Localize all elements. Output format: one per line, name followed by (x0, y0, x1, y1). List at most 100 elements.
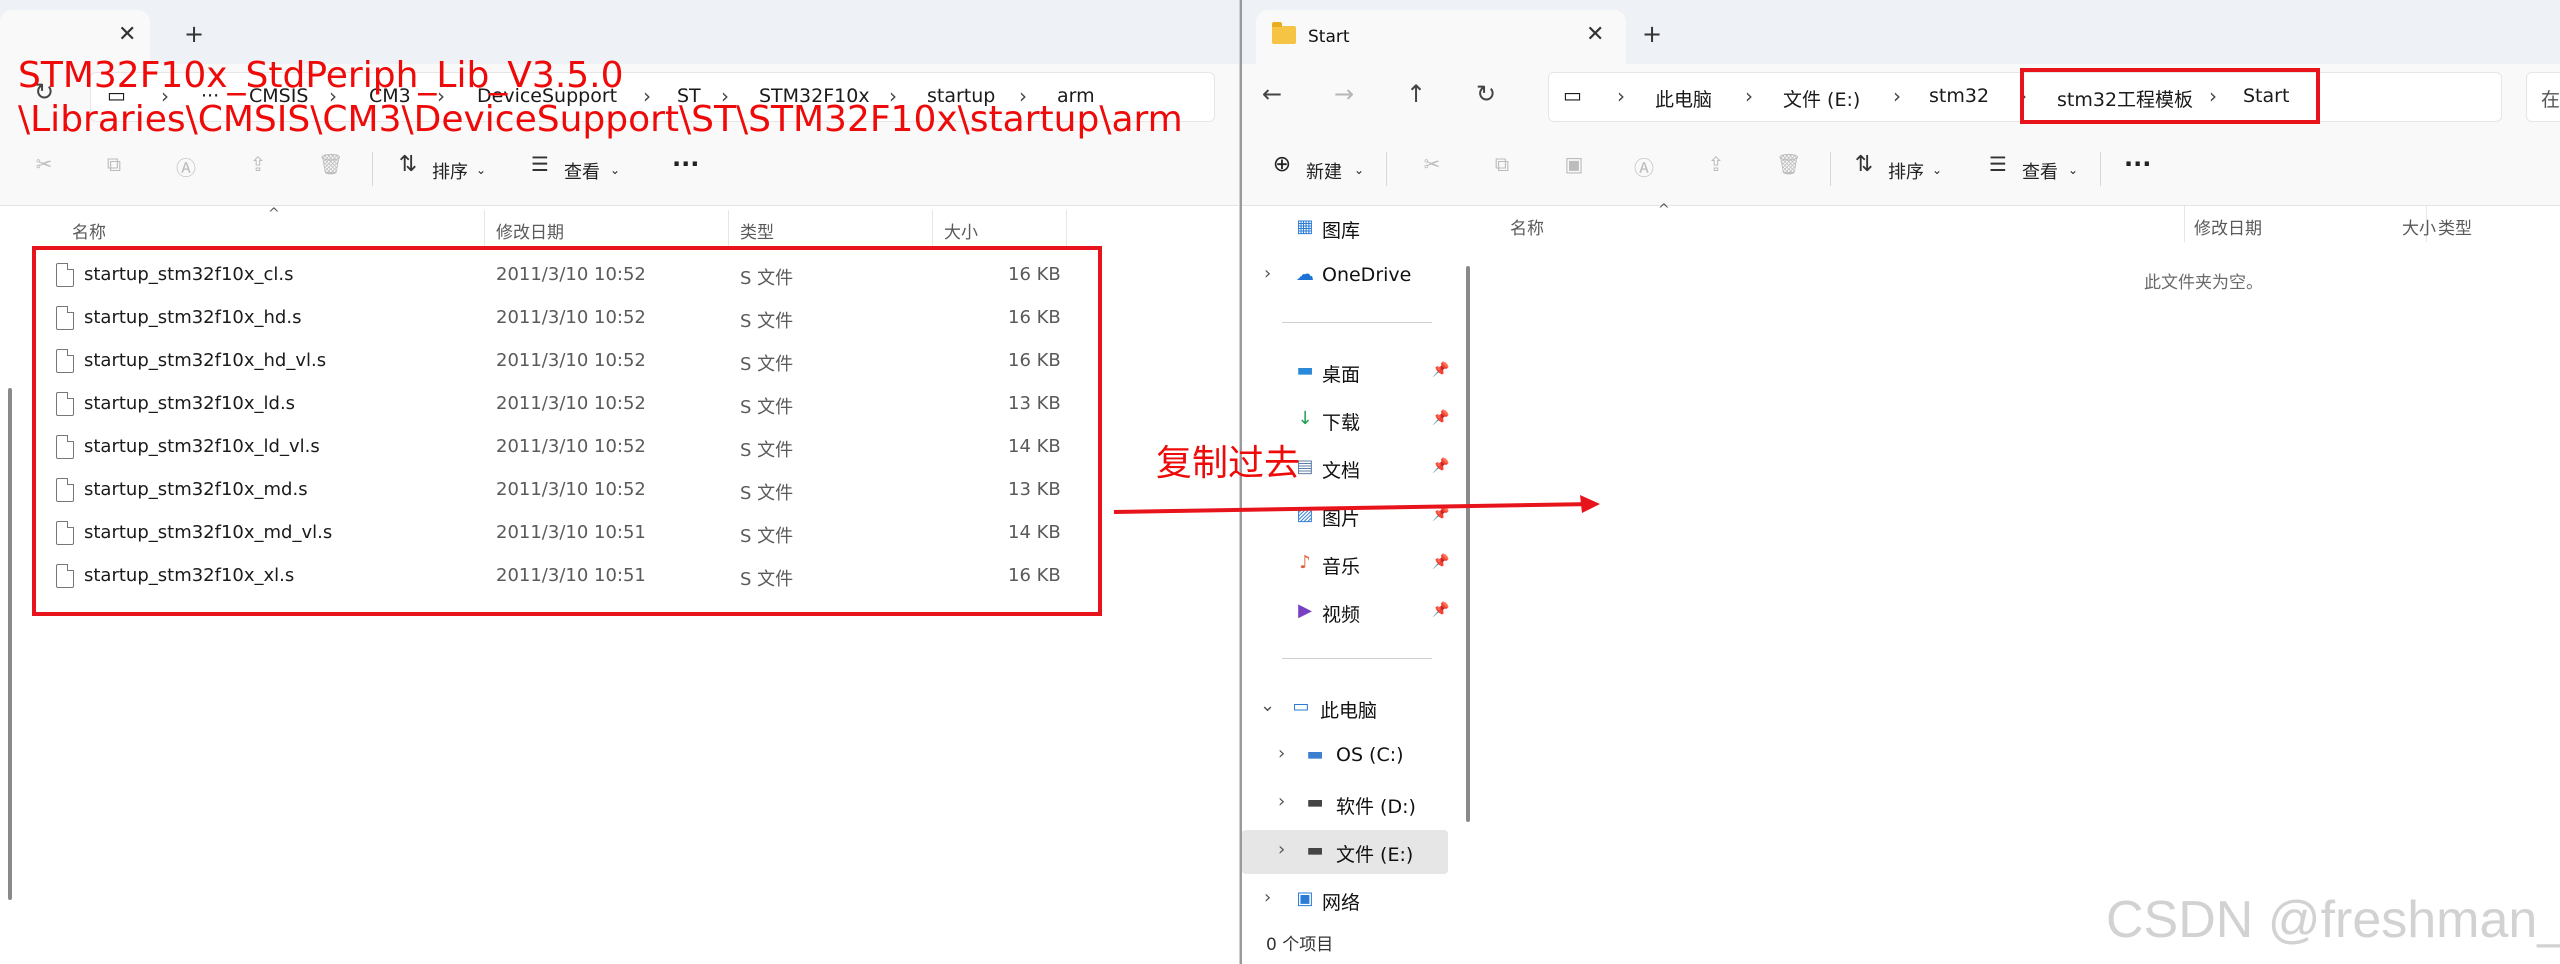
drive-icon: ▬ (1306, 840, 1324, 861)
paste-icon[interactable]: ▣ (1562, 152, 1586, 176)
chevron-right-icon: › (1893, 84, 1901, 108)
nav-label: 文档 (1322, 460, 1361, 482)
annotation-path-line1: STM32F10x_StdPeriph_Lib_V3.5.0 (18, 55, 624, 96)
highlight-box-destination (2020, 68, 2320, 124)
view-button[interactable]: 查看 (2022, 158, 2058, 184)
nav-label: 软件 (D:) (1336, 796, 1416, 818)
cut-icon[interactable]: ✂ (32, 152, 56, 176)
back-arrow-icon[interactable]: ← (1262, 80, 1282, 108)
rename-icon[interactable]: Ⓐ (174, 152, 198, 180)
toolbar-divider (2100, 152, 2101, 186)
chevron-right-icon[interactable]: › (1278, 839, 1285, 860)
highlight-box-files (32, 246, 1102, 616)
column-divider[interactable] (1066, 210, 1067, 246)
column-divider[interactable] (728, 210, 729, 246)
delete-icon[interactable]: 🗑 (318, 152, 343, 176)
watermark: CSDN @freshman_y (2106, 891, 2560, 949)
column-divider[interactable] (484, 210, 485, 246)
nav-item-drive-e[interactable]: › ▬ 文件 (E:) (1242, 830, 1448, 874)
copy-icon[interactable]: ⧉ (1490, 152, 1514, 176)
chevron-right-icon[interactable]: › (1264, 263, 1271, 284)
chevron-down-icon[interactable]: ⌄ (1260, 695, 1275, 716)
breadcrumb-stm32[interactable]: stm32 (1929, 85, 1989, 107)
toolbar-divider (372, 152, 373, 186)
column-header-size[interactable]: 大小 (2402, 214, 2436, 239)
sort-button[interactable]: 排序 (1888, 158, 1924, 184)
nav-item-network[interactable]: › ▣ 网络 (1242, 878, 1452, 922)
column-divider[interactable] (2184, 206, 2185, 242)
view-icon[interactable]: ☰ (528, 152, 552, 176)
delete-icon[interactable]: 🗑 (1776, 152, 1801, 176)
new-tab-icon[interactable]: + (184, 20, 204, 48)
empty-folder-message: 此文件夹为空。 (2144, 273, 2263, 293)
computer-icon: ▭ (1563, 83, 1582, 107)
nav-item-videos[interactable]: ▶ 视频 📌 (1242, 590, 1452, 634)
chevron-right-icon[interactable]: › (1278, 743, 1285, 764)
computer-icon: ▭ (1292, 696, 1310, 717)
nav-label: 图库 (1322, 220, 1361, 242)
column-header-name[interactable]: 名称 (1510, 214, 1544, 250)
rename-icon[interactable]: Ⓐ (1632, 152, 1656, 180)
share-icon[interactable]: ⇪ (246, 152, 270, 176)
copy-arrow (1113, 495, 1600, 514)
breadcrumb-this-pc[interactable]: 此电脑 (1655, 85, 1712, 112)
annotation-path-line2: \Libraries\CMSIS\CM3\DeviceSupport\ST\ST… (18, 99, 1183, 140)
refresh-icon[interactable]: ↻ (1476, 80, 1496, 108)
sort-icon[interactable]: ⇅ (1852, 152, 1876, 177)
view-button[interactable]: 查看 (564, 158, 600, 184)
pin-icon[interactable]: 📌 (1432, 362, 1449, 378)
nav-scrollbar[interactable] (1466, 266, 1470, 822)
column-header-modified[interactable]: 修改日期 (2194, 214, 2262, 250)
folder-icon (1272, 22, 1296, 44)
pin-icon[interactable]: 📌 (1432, 410, 1449, 426)
tab-start[interactable]: Start ✕ (1256, 10, 1626, 64)
breadcrumb-drive-e[interactable]: 文件 (E:) (1783, 85, 1860, 112)
search-box[interactable]: 在 (2526, 72, 2560, 122)
forward-arrow-icon[interactable]: → (1334, 80, 1354, 108)
more-options-button[interactable]: ··· (2124, 150, 2151, 178)
new-button[interactable]: 新建 (1306, 158, 1342, 184)
view-icon[interactable]: ☰ (1986, 152, 2010, 176)
vertical-scrollbar[interactable] (8, 388, 12, 900)
sort-icon[interactable]: ⇅ (396, 152, 420, 177)
new-tab-icon[interactable]: + (1642, 20, 1662, 48)
chevron-right-icon[interactable]: › (1264, 887, 1271, 908)
nav-item-this-pc[interactable]: ⌄ ▭ 此电脑 (1242, 686, 1452, 730)
right-command-bar: ⊕ 新建 ⌄ ✂ ⧉ ▣ Ⓐ ⇪ 🗑 ⇅ 排序 ⌄ ☰ 查看 ⌄ ··· (1242, 130, 2560, 206)
nav-item-drive-d[interactable]: › ▬ 软件 (D:) (1242, 782, 1452, 826)
chevron-down-icon: ⌄ (476, 163, 487, 177)
search-placeholder: 在 (2541, 89, 2560, 111)
nav-label: OS (C:) (1336, 744, 1404, 766)
copy-icon[interactable]: ⧉ (102, 152, 126, 176)
sort-ascending-icon: ^ (268, 206, 280, 222)
nav-item-gallery[interactable]: ▦ 图库 (1242, 206, 1452, 250)
close-icon[interactable]: ✕ (118, 22, 136, 47)
up-arrow-icon[interactable]: ↑ (1406, 80, 1426, 108)
sort-button[interactable]: 排序 (432, 158, 468, 184)
right-address-row: ← → ↑ ↻ ▭ › 此电脑 › 文件 (E:) › stm32 › stm3… (1242, 64, 2560, 130)
desktop-icon: ▬ (1296, 360, 1314, 381)
nav-item-music[interactable]: ♪ 音乐 📌 (1242, 542, 1452, 586)
nav-item-desktop[interactable]: ▬ 桌面 📌 (1242, 350, 1452, 394)
pin-icon[interactable]: 📌 (1432, 458, 1449, 474)
pin-icon[interactable]: 📌 (1432, 554, 1449, 570)
more-options-button[interactable]: ··· (672, 150, 699, 178)
nav-item-drive-c[interactable]: › ▬ OS (C:) (1242, 734, 1452, 778)
nav-item-onedrive[interactable]: › ☁ OneDrive (1242, 254, 1452, 298)
pin-icon[interactable]: 📌 (1432, 602, 1449, 618)
cut-icon[interactable]: ✂ (1420, 152, 1444, 176)
column-header-type[interactable]: 类型 (2438, 214, 2472, 250)
cloud-icon: ☁ (1296, 264, 1314, 285)
nav-label: 音乐 (1322, 556, 1361, 578)
toolbar-divider (1830, 152, 1831, 186)
download-icon: ↓ (1297, 408, 1313, 429)
nav-label: 文件 (E:) (1336, 844, 1414, 866)
share-icon[interactable]: ⇪ (1704, 152, 1728, 176)
new-plus-icon[interactable]: ⊕ (1270, 152, 1294, 177)
arrow-shaft (1113, 502, 1595, 514)
chevron-right-icon[interactable]: › (1278, 791, 1285, 812)
annotation-copy-label: 复制过去 (1156, 443, 1301, 484)
column-divider[interactable] (932, 210, 933, 246)
nav-label: 视频 (1322, 604, 1361, 626)
close-icon[interactable]: ✕ (1586, 22, 1604, 47)
